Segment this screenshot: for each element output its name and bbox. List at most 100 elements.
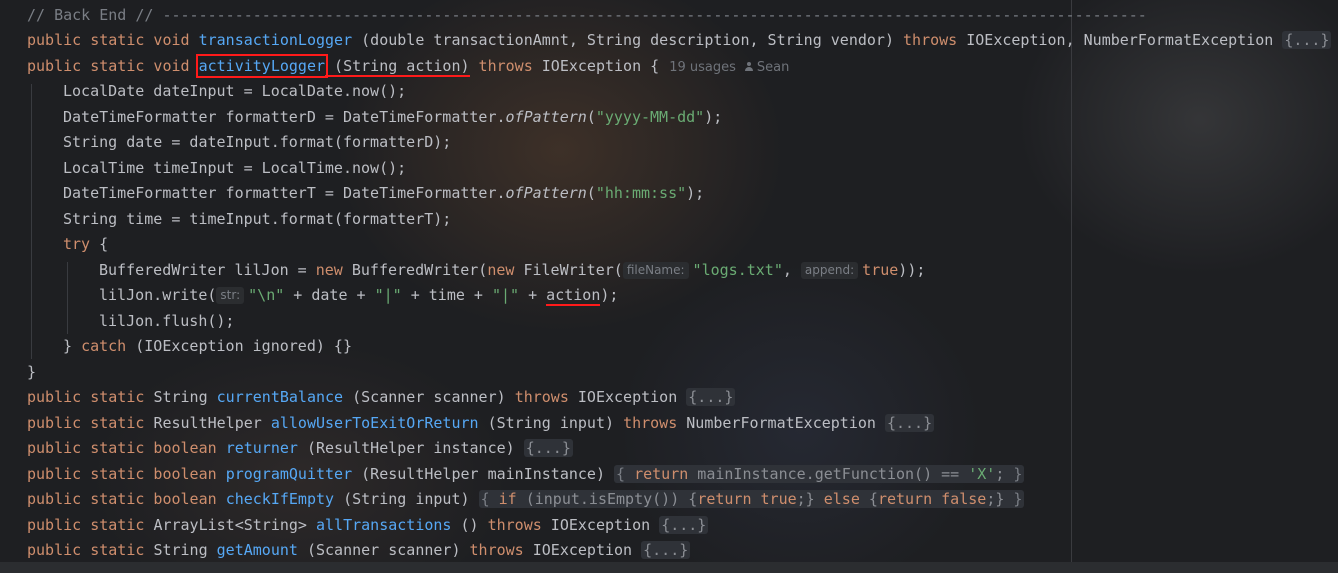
author-name[interactable]: Sean: [757, 60, 789, 75]
code-text: );: [686, 184, 705, 202]
code-line: DateTimeFormatter formatterT = DateTimeF…: [63, 181, 704, 206]
return-type: ArrayList<String>: [153, 516, 316, 534]
method-name-returner[interactable]: returner: [226, 439, 298, 457]
method-name-activityLogger[interactable]: activityLogger: [195, 54, 329, 78]
code-line: String date = dateInput.format(formatter…: [63, 130, 451, 155]
closing-brace: }: [27, 363, 37, 381]
catch-keyword: catch: [81, 337, 127, 355]
exceptions: NumberFormatException: [677, 414, 885, 432]
boolean-literal: true: [862, 261, 899, 279]
code-text: );: [600, 286, 619, 304]
method-name-getAmount[interactable]: getAmount: [217, 541, 298, 559]
params: (Scanner scanner): [297, 541, 470, 559]
exceptions: IOException, NumberFormatException: [957, 31, 1283, 49]
code-line-currentBalance[interactable]: public static String currentBalance (Sca…: [27, 385, 736, 410]
exceptions: IOException {: [532, 57, 660, 75]
code-text: BufferedWriter(: [342, 261, 488, 279]
string-literal: "logs.txt": [692, 261, 783, 279]
code-line-returner[interactable]: public static boolean returner (ResultHe…: [27, 436, 573, 461]
code-line: LocalTime timeInput = LocalTime.now();: [63, 156, 406, 181]
code-text: }: [63, 337, 82, 355]
method-call: ofPattern: [505, 184, 587, 202]
params: (ResultHelper mainInstance): [352, 465, 615, 483]
statement: String date = dateInput.format(formatter…: [63, 133, 452, 151]
code-text: + time +: [401, 286, 492, 304]
method-name-allowUserToExitOrReturn[interactable]: allowUserToExitOrReturn: [271, 414, 479, 432]
string-literal: "yyyy-MM-dd": [595, 108, 705, 126]
parameter-hint: append:: [800, 262, 859, 279]
throws-keyword: throws: [623, 414, 678, 432]
keywords: public static: [27, 516, 154, 534]
code-line: lilJon.flush();: [99, 309, 234, 334]
keywords: public static boolean: [27, 490, 226, 508]
code-text: +: [519, 286, 547, 304]
code-line: lilJon.write(str: "\n" + date + "|" + tim…: [99, 283, 618, 308]
code-text: + date +: [284, 286, 375, 304]
keywords: public static boolean: [27, 465, 226, 483]
code-text: ));: [898, 261, 926, 279]
new-keyword: new: [487, 261, 515, 279]
params: (ResultHelper instance): [297, 439, 524, 457]
statement: String time = timeInput.format(formatter…: [63, 210, 452, 228]
folded-body[interactable]: { if (input.isEmpty()) {return true;} el…: [478, 490, 1025, 508]
try-keyword: try: [63, 235, 91, 253]
throws-keyword: throws: [469, 541, 524, 559]
throws-keyword: throws: [903, 31, 958, 49]
return-type: String: [153, 541, 217, 559]
code-line-allowUserToExitOrReturn[interactable]: public static ResultHelper allowUserToEx…: [27, 411, 935, 436]
code-text: {: [90, 235, 109, 253]
code-text: (: [586, 108, 596, 126]
folded-region[interactable]: {...}: [686, 388, 736, 406]
params: (double transactionAmnt, String descript…: [352, 31, 904, 49]
exceptions: IOException: [523, 541, 642, 559]
statement: LocalTime timeInput = LocalTime.now();: [63, 159, 407, 177]
params: (String input): [478, 414, 624, 432]
code-text: ,: [782, 261, 801, 279]
code-line-checkIfEmpty[interactable]: public static boolean checkIfEmpty (Stri…: [27, 487, 1025, 512]
code-line-activityLogger[interactable]: public static void activityLogger (Strin…: [27, 54, 789, 79]
string-literal: "|": [374, 286, 402, 304]
method-name-checkIfEmpty[interactable]: checkIfEmpty: [226, 490, 334, 508]
method-name-programQuitter[interactable]: programQuitter: [226, 465, 352, 483]
code-editor[interactable]: // Back End // -------------------------…: [0, 0, 1338, 573]
code-line-try: try {: [63, 232, 108, 257]
method-name-allTransactions[interactable]: allTransactions: [316, 516, 451, 534]
params: (): [451, 516, 488, 534]
code-line-programQuitter[interactable]: public static boolean programQuitter (Re…: [27, 462, 1025, 487]
keywords: public static: [27, 541, 154, 559]
action-variable-highlighted: action: [546, 286, 601, 306]
code-text: (: [586, 184, 596, 202]
folded-region[interactable]: {...}: [884, 414, 935, 432]
params: (Scanner scanner): [343, 388, 515, 406]
params: (String input): [334, 490, 479, 508]
statement: LocalDate dateInput = LocalDate.now();: [63, 82, 407, 100]
method-call: ofPattern: [505, 108, 587, 126]
code-line-transactionLogger[interactable]: public static void transactionLogger (do…: [27, 28, 1332, 53]
method-name-transactionLogger[interactable]: transactionLogger: [199, 31, 353, 49]
params-highlighted: (String action): [325, 57, 470, 77]
keywords: public static void: [27, 31, 199, 49]
folded-region[interactable]: {...}: [641, 541, 691, 559]
usages-count[interactable]: 19 usages: [669, 60, 736, 75]
return-type: String: [153, 388, 217, 406]
folded-region[interactable]: {...}: [659, 516, 709, 534]
right-margin-guide: [1071, 0, 1072, 562]
folded-region[interactable]: {...}: [1282, 31, 1332, 49]
code-line-getAmount[interactable]: public static String getAmount (Scanner …: [27, 538, 691, 563]
code-line: LocalDate dateInput = LocalDate.now();: [63, 79, 406, 104]
keywords: public static: [27, 414, 154, 432]
code-text: lilJon.write(: [99, 286, 217, 304]
new-keyword: new: [315, 261, 343, 279]
method-name-currentBalance[interactable]: currentBalance: [217, 388, 343, 406]
code-text: FileWriter(: [514, 261, 623, 279]
code-line: BufferedWriter lilJon = new BufferedWrit…: [99, 258, 925, 283]
folded-body[interactable]: { return mainInstance.getFunction() == '…: [614, 465, 1025, 483]
indent-guide: [67, 262, 68, 334]
folded-region[interactable]: {...}: [523, 439, 573, 457]
code-line-allTransactions[interactable]: public static ArrayList<String> allTrans…: [27, 513, 709, 538]
throws-keyword: throws: [514, 388, 569, 406]
statement: lilJon.flush();: [99, 312, 235, 330]
horizontal-scrollbar[interactable]: [0, 562, 1338, 573]
parameter-hint: str:: [216, 287, 245, 304]
code-line-comment: // Back End // -------------------------…: [27, 6, 1147, 24]
